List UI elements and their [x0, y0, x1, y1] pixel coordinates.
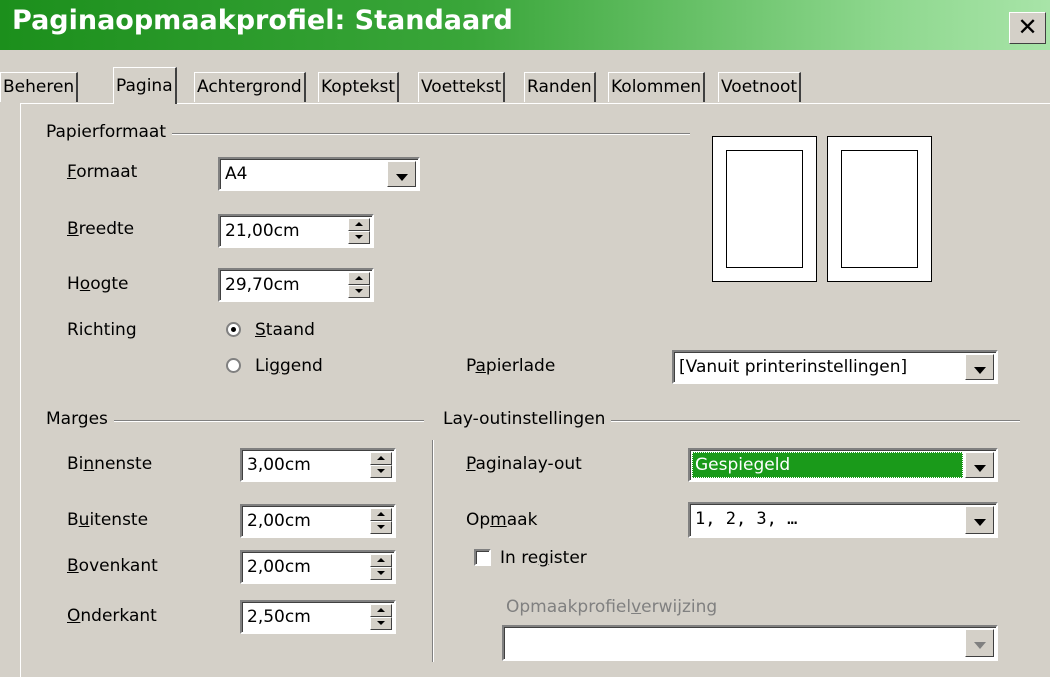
- landscape-label[interactable]: Liggend: [255, 356, 323, 376]
- chevron-down-icon[interactable]: [387, 161, 416, 187]
- tab-label: Randen: [527, 77, 592, 97]
- format-value: A4: [225, 164, 248, 184]
- tab-kolommen[interactable]: Kolommen: [608, 72, 706, 102]
- reference-label: Opmaakprofielverwijzing: [506, 597, 718, 617]
- tab-label: Voettekst: [421, 77, 502, 97]
- inner-margin-value: 3,00cm: [247, 455, 311, 475]
- tab-label: Kolommen: [611, 77, 702, 97]
- tab-label: Koptekst: [321, 77, 395, 97]
- chevron-down-icon[interactable]: [965, 629, 994, 657]
- close-button[interactable]: ✕: [1009, 12, 1046, 44]
- register-checkbox[interactable]: [474, 549, 491, 566]
- spin-down-icon[interactable]: [348, 285, 370, 298]
- spin-down-icon[interactable]: [370, 567, 392, 580]
- page-preview-left: [712, 136, 817, 282]
- spin-up-icon[interactable]: [370, 554, 392, 567]
- bottom-margin-spinfield[interactable]: 2,50cm: [240, 600, 396, 634]
- spin-up-icon[interactable]: [348, 218, 370, 231]
- tab-voetnoot[interactable]: Voetnoot: [718, 72, 802, 102]
- orientation-label: Richting: [67, 320, 137, 340]
- top-margin-value: 2,00cm: [247, 557, 311, 577]
- spin-buttons[interactable]: [370, 604, 392, 630]
- inner-margin-label: Binnenste: [67, 454, 153, 474]
- numbering-value: 1, 2, 3, …: [695, 509, 798, 529]
- spin-down-icon[interactable]: [370, 617, 392, 630]
- spin-up-icon[interactable]: [370, 508, 392, 521]
- landscape-radio[interactable]: [226, 358, 241, 373]
- chevron-down-icon[interactable]: [965, 506, 994, 534]
- page-preview-right: [827, 136, 932, 282]
- chevron-down-icon[interactable]: [965, 354, 994, 380]
- page-layout-dropdown[interactable]: Gespiegeld: [688, 448, 998, 482]
- width-spinfield[interactable]: 21,00cm: [218, 214, 374, 248]
- height-spinfield[interactable]: 29,70cm: [218, 268, 374, 302]
- tab-voettekst[interactable]: Voettekst: [418, 72, 506, 102]
- height-label: Hoogte: [67, 274, 129, 294]
- spin-down-icon[interactable]: [370, 521, 392, 534]
- spin-down-icon[interactable]: [348, 231, 370, 244]
- spin-buttons[interactable]: [370, 554, 392, 580]
- tab-label: Beheren: [3, 77, 75, 97]
- window-title: Paginaopmaakprofiel: Standaard: [12, 5, 513, 36]
- bottom-margin-value: 2,50cm: [247, 607, 311, 627]
- spin-buttons[interactable]: [348, 218, 370, 244]
- spin-up-icon[interactable]: [348, 272, 370, 285]
- group-divider: [432, 440, 434, 662]
- tab-label: Voetnoot: [721, 77, 798, 97]
- close-icon: ✕: [1017, 13, 1038, 41]
- width-value: 21,00cm: [225, 221, 300, 241]
- page-layout-value: Gespiegeld: [695, 455, 791, 475]
- format-dropdown[interactable]: A4: [218, 157, 420, 191]
- bottom-margin-label: Onderkant: [67, 606, 157, 626]
- reference-dropdown[interactable]: [502, 625, 998, 661]
- portrait-label[interactable]: Staand: [255, 320, 315, 340]
- spin-buttons[interactable]: [370, 508, 392, 534]
- tab-label: Pagina: [116, 76, 173, 96]
- outer-margin-spinfield[interactable]: 2,00cm: [240, 504, 396, 538]
- layout-group-label: Lay-outinstellingen: [443, 409, 612, 429]
- chevron-down-icon[interactable]: [965, 452, 994, 478]
- format-label: Formaat: [67, 162, 138, 182]
- page-layout-label: Paginalay-out: [466, 454, 582, 474]
- register-label[interactable]: In register: [500, 548, 587, 568]
- outer-margin-label: Buitenste: [67, 510, 149, 530]
- numbering-label: Opmaak: [466, 510, 538, 530]
- outer-margin-value: 2,00cm: [247, 511, 311, 531]
- spin-down-icon[interactable]: [370, 465, 392, 478]
- tray-label: Papierlade: [466, 356, 556, 376]
- spin-buttons[interactable]: [370, 452, 392, 478]
- tray-value: [Vanuit printerinstellingen]: [679, 357, 908, 377]
- top-margin-spinfield[interactable]: 2,00cm: [240, 550, 396, 584]
- spin-up-icon[interactable]: [370, 452, 392, 465]
- width-label: Breedte: [67, 219, 135, 239]
- tab-achtergrond[interactable]: Achtergrond: [194, 72, 306, 102]
- tab-label: Achtergrond: [197, 77, 302, 97]
- tab-randen[interactable]: Randen: [524, 72, 596, 102]
- margins-group-label: Marges: [46, 409, 114, 429]
- inner-margin-spinfield[interactable]: 3,00cm: [240, 448, 396, 482]
- top-margin-label: Bovenkant: [67, 556, 158, 576]
- spin-up-icon[interactable]: [370, 604, 392, 617]
- tray-dropdown[interactable]: [Vanuit printerinstellingen]: [672, 350, 998, 384]
- spin-buttons[interactable]: [348, 272, 370, 298]
- tab-pagina[interactable]: Pagina: [113, 67, 177, 104]
- numbering-dropdown[interactable]: 1, 2, 3, …: [688, 502, 998, 538]
- portrait-radio[interactable]: [226, 322, 241, 337]
- paper-group-label: Papierformaat: [46, 122, 173, 142]
- height-value: 29,70cm: [225, 275, 300, 295]
- tab-beheren[interactable]: Beheren: [0, 72, 79, 102]
- tab-koptekst[interactable]: Koptekst: [318, 72, 399, 102]
